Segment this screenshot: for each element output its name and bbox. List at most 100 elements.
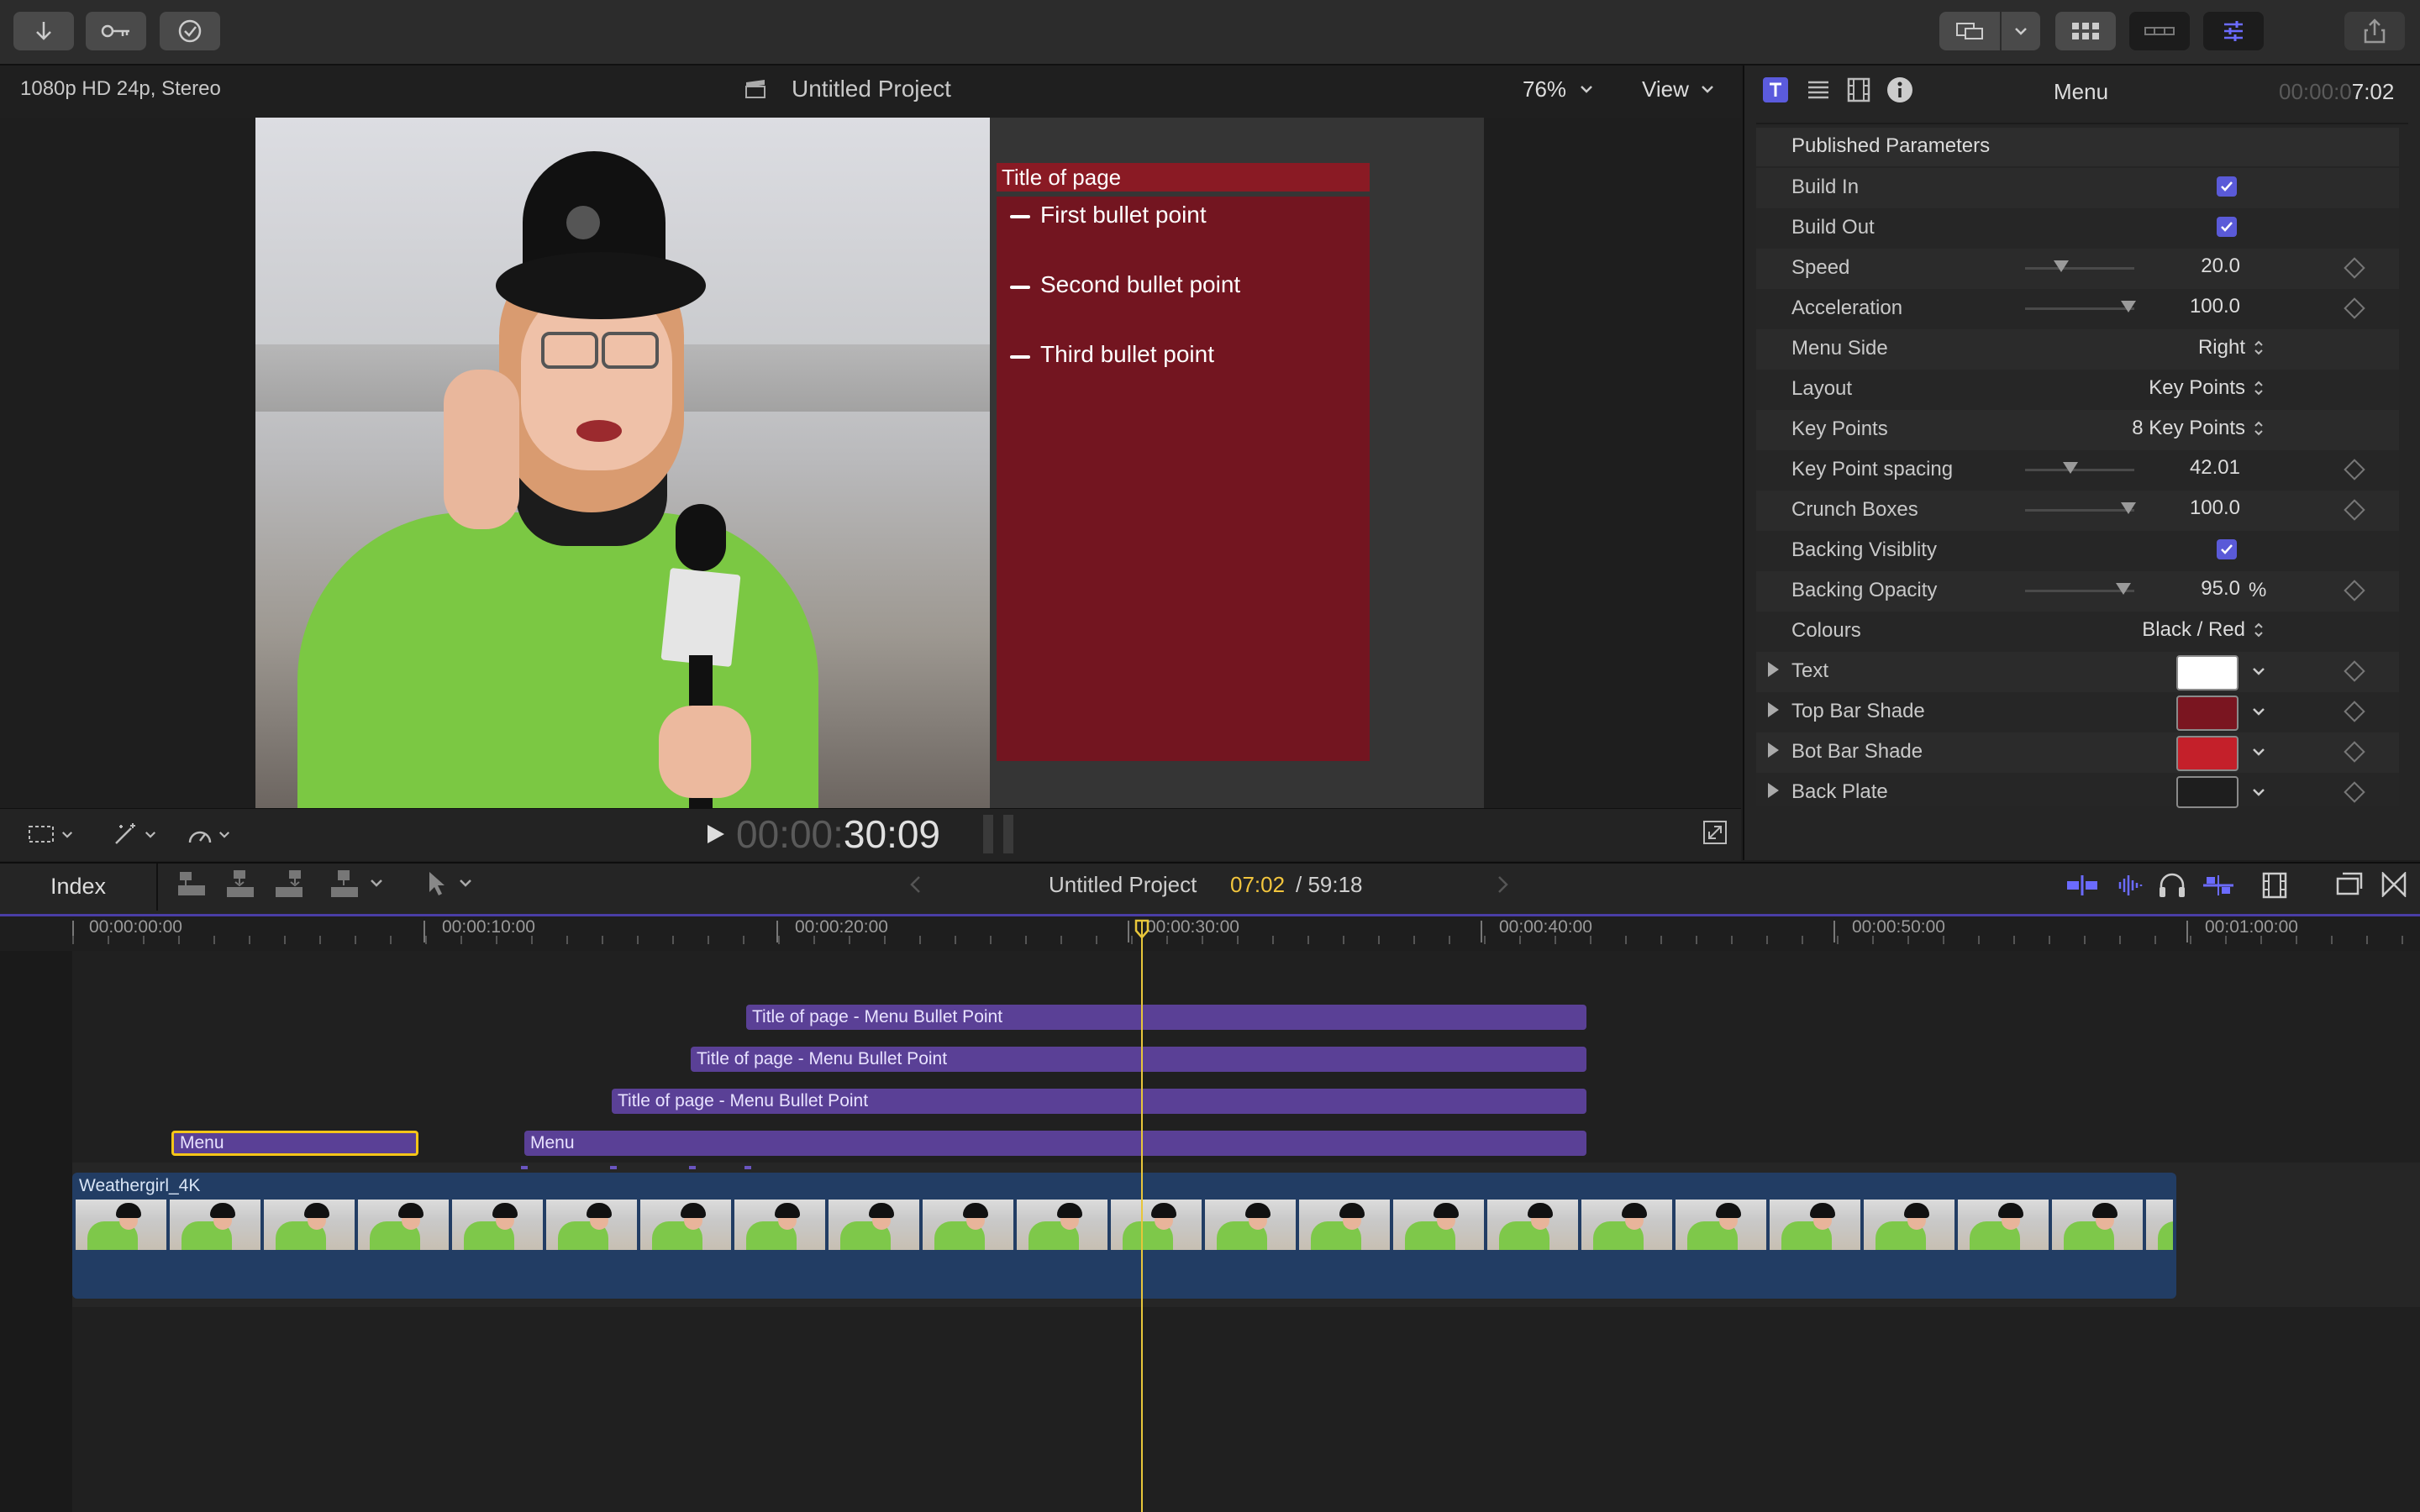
video-skimming-icon[interactable] bbox=[2065, 874, 2099, 897]
disclosure-triangle-icon[interactable] bbox=[1768, 743, 1779, 758]
crunch-boxes-slider-knob[interactable] bbox=[2121, 502, 2136, 514]
fullscreen-icon[interactable] bbox=[1702, 820, 1728, 845]
chevron-down-icon[interactable] bbox=[459, 879, 472, 887]
backing-opacity-unit: % bbox=[2249, 579, 2267, 601]
key-point-spacing-slider-knob[interactable] bbox=[2063, 462, 2078, 474]
text-color-swatch[interactable] bbox=[2176, 655, 2238, 690]
title-clip[interactable]: Title of page - Menu Bullet Point bbox=[746, 1005, 1586, 1030]
sliders-icon bbox=[2224, 21, 2243, 41]
inspector-timecode: 00:00:0 7:02 bbox=[2279, 79, 2394, 105]
chevron-down-icon[interactable] bbox=[2252, 707, 2265, 716]
headphones-icon[interactable] bbox=[2158, 872, 2186, 899]
ruler-label: 00:00:50:00 bbox=[1852, 917, 1945, 937]
param-label: Build In bbox=[1791, 176, 1860, 198]
disclosure-triangle-icon[interactable] bbox=[1768, 783, 1779, 798]
text-inspector-tab[interactable] bbox=[1763, 77, 1788, 102]
build-in-checkbox[interactable] bbox=[2217, 176, 2237, 197]
chevron-down-icon[interactable] bbox=[2252, 667, 2265, 675]
audio-skimming-icon[interactable] bbox=[2112, 874, 2146, 897]
layout-value: Key Points bbox=[2149, 376, 2245, 399]
viewer-timecode: 00:00: 30:09 bbox=[736, 811, 940, 856]
updown-chevron-icon bbox=[2254, 421, 2263, 436]
speed-slider-knob[interactable] bbox=[2054, 260, 2069, 272]
filmstrip bbox=[76, 1200, 2173, 1250]
top-bar-shade-swatch[interactable] bbox=[2176, 696, 2238, 731]
key-points-popup[interactable]: 8 Key Points bbox=[2084, 415, 2264, 442]
viewer-canvas[interactable]: Title of page First bullet point Second … bbox=[255, 118, 1484, 808]
mic-flag bbox=[660, 567, 741, 668]
share-button[interactable] bbox=[2344, 12, 2405, 50]
overwrite-clip-icon[interactable] bbox=[329, 869, 360, 899]
bot-bar-shade-swatch[interactable] bbox=[2176, 736, 2238, 771]
viewer-project-title: Untitled Project bbox=[792, 76, 951, 102]
timeline-index-window-icon[interactable] bbox=[2336, 872, 2363, 897]
effects-browser-icon[interactable] bbox=[2381, 872, 2407, 897]
browser-toggle-button[interactable] bbox=[2055, 12, 2116, 50]
acceleration-slider[interactable] bbox=[2025, 307, 2134, 310]
clip-appearance-icon[interactable] bbox=[2262, 872, 2287, 899]
playhead-line[interactable] bbox=[1141, 921, 1143, 1512]
transform-menu[interactable] bbox=[24, 820, 77, 848]
hat-button bbox=[566, 206, 600, 239]
info-icon bbox=[1897, 81, 1902, 97]
key-point-spacing-slider[interactable] bbox=[2025, 469, 2134, 471]
param-label: Backing Opacity bbox=[1791, 579, 1938, 601]
param-label: Key Point spacing bbox=[1791, 458, 1954, 480]
build-out-checkbox[interactable] bbox=[2217, 217, 2237, 237]
back-arrow-icon[interactable] bbox=[909, 875, 921, 894]
menu-clip-selected[interactable]: Menu bbox=[171, 1131, 418, 1156]
append-clip-icon[interactable] bbox=[274, 869, 304, 899]
backing-opacity-value[interactable]: 95.0 bbox=[2151, 577, 2240, 601]
timecode-divider bbox=[1003, 815, 1013, 853]
ruler-label: 00:00:30:00 bbox=[1146, 917, 1239, 937]
window-layout-dropdown[interactable] bbox=[2002, 12, 2040, 50]
acceleration-value[interactable]: 100.0 bbox=[2151, 295, 2240, 318]
colours-popup[interactable]: Black / Red bbox=[2084, 617, 2264, 643]
view-menu[interactable]: View bbox=[1642, 74, 1714, 104]
paragraph-icon[interactable] bbox=[1807, 79, 1830, 101]
overlay-title: Title of page bbox=[1002, 165, 1122, 190]
back-plate-swatch[interactable] bbox=[2176, 776, 2238, 808]
layout-popup[interactable]: Key Points bbox=[2101, 375, 2264, 402]
key-point-spacing-value[interactable]: 42.01 bbox=[2151, 456, 2240, 480]
film-icon[interactable] bbox=[1847, 77, 1870, 102]
select-tool-icon[interactable] bbox=[427, 870, 447, 897]
import-button[interactable] bbox=[13, 12, 74, 50]
index-button[interactable]: Index bbox=[0, 864, 158, 911]
backing-visibility-checkbox[interactable] bbox=[2217, 539, 2237, 559]
forward-arrow-icon[interactable] bbox=[1497, 875, 1509, 894]
chevron-down-icon[interactable] bbox=[370, 879, 383, 887]
timeline-total-time: / 59:18 bbox=[1296, 872, 1363, 897]
connect-clip-icon[interactable] bbox=[176, 870, 207, 899]
speed-value[interactable]: 20.0 bbox=[2151, 255, 2240, 278]
backing-opacity-slider-knob[interactable] bbox=[2116, 583, 2131, 595]
inspector-toggle-button[interactable] bbox=[2203, 12, 2264, 50]
chevron-down-icon[interactable] bbox=[2252, 748, 2265, 756]
acceleration-slider-knob[interactable] bbox=[2121, 301, 2136, 312]
window-layout-button[interactable] bbox=[1939, 12, 2000, 50]
title-clip[interactable]: Title of page - Menu Bullet Point bbox=[612, 1089, 1586, 1114]
filmstrip-frame bbox=[640, 1200, 731, 1250]
info-inspector-tab[interactable] bbox=[1887, 77, 1912, 102]
menu-side-popup[interactable]: Right bbox=[2151, 334, 2264, 361]
keyword-button[interactable] bbox=[86, 12, 146, 50]
enhance-menu[interactable] bbox=[109, 820, 160, 848]
timeline-toggle-button[interactable] bbox=[2129, 12, 2190, 50]
title-clip[interactable]: Title of page - Menu Bullet Point bbox=[691, 1047, 1586, 1072]
speed-slider[interactable] bbox=[2025, 267, 2134, 270]
analyze-button[interactable] bbox=[160, 12, 220, 50]
disclosure-triangle-icon[interactable] bbox=[1768, 662, 1779, 677]
retime-menu[interactable] bbox=[183, 820, 234, 848]
play-icon[interactable] bbox=[706, 823, 726, 845]
chevron-down-icon bbox=[2015, 28, 2027, 35]
timeline-left-gutter bbox=[0, 951, 72, 1512]
crunch-boxes-slider[interactable] bbox=[2025, 509, 2134, 512]
insert-clip-icon[interactable] bbox=[225, 869, 255, 899]
playhead-handle[interactable] bbox=[1134, 919, 1150, 939]
disclosure-triangle-icon[interactable] bbox=[1768, 702, 1779, 717]
snapping-icon[interactable] bbox=[2202, 874, 2235, 897]
zoom-menu[interactable]: 76% bbox=[1523, 74, 1593, 104]
crunch-boxes-value[interactable]: 100.0 bbox=[2151, 496, 2240, 520]
menu-clip[interactable]: Menu bbox=[524, 1131, 1586, 1156]
chevron-down-icon[interactable] bbox=[2252, 788, 2265, 796]
